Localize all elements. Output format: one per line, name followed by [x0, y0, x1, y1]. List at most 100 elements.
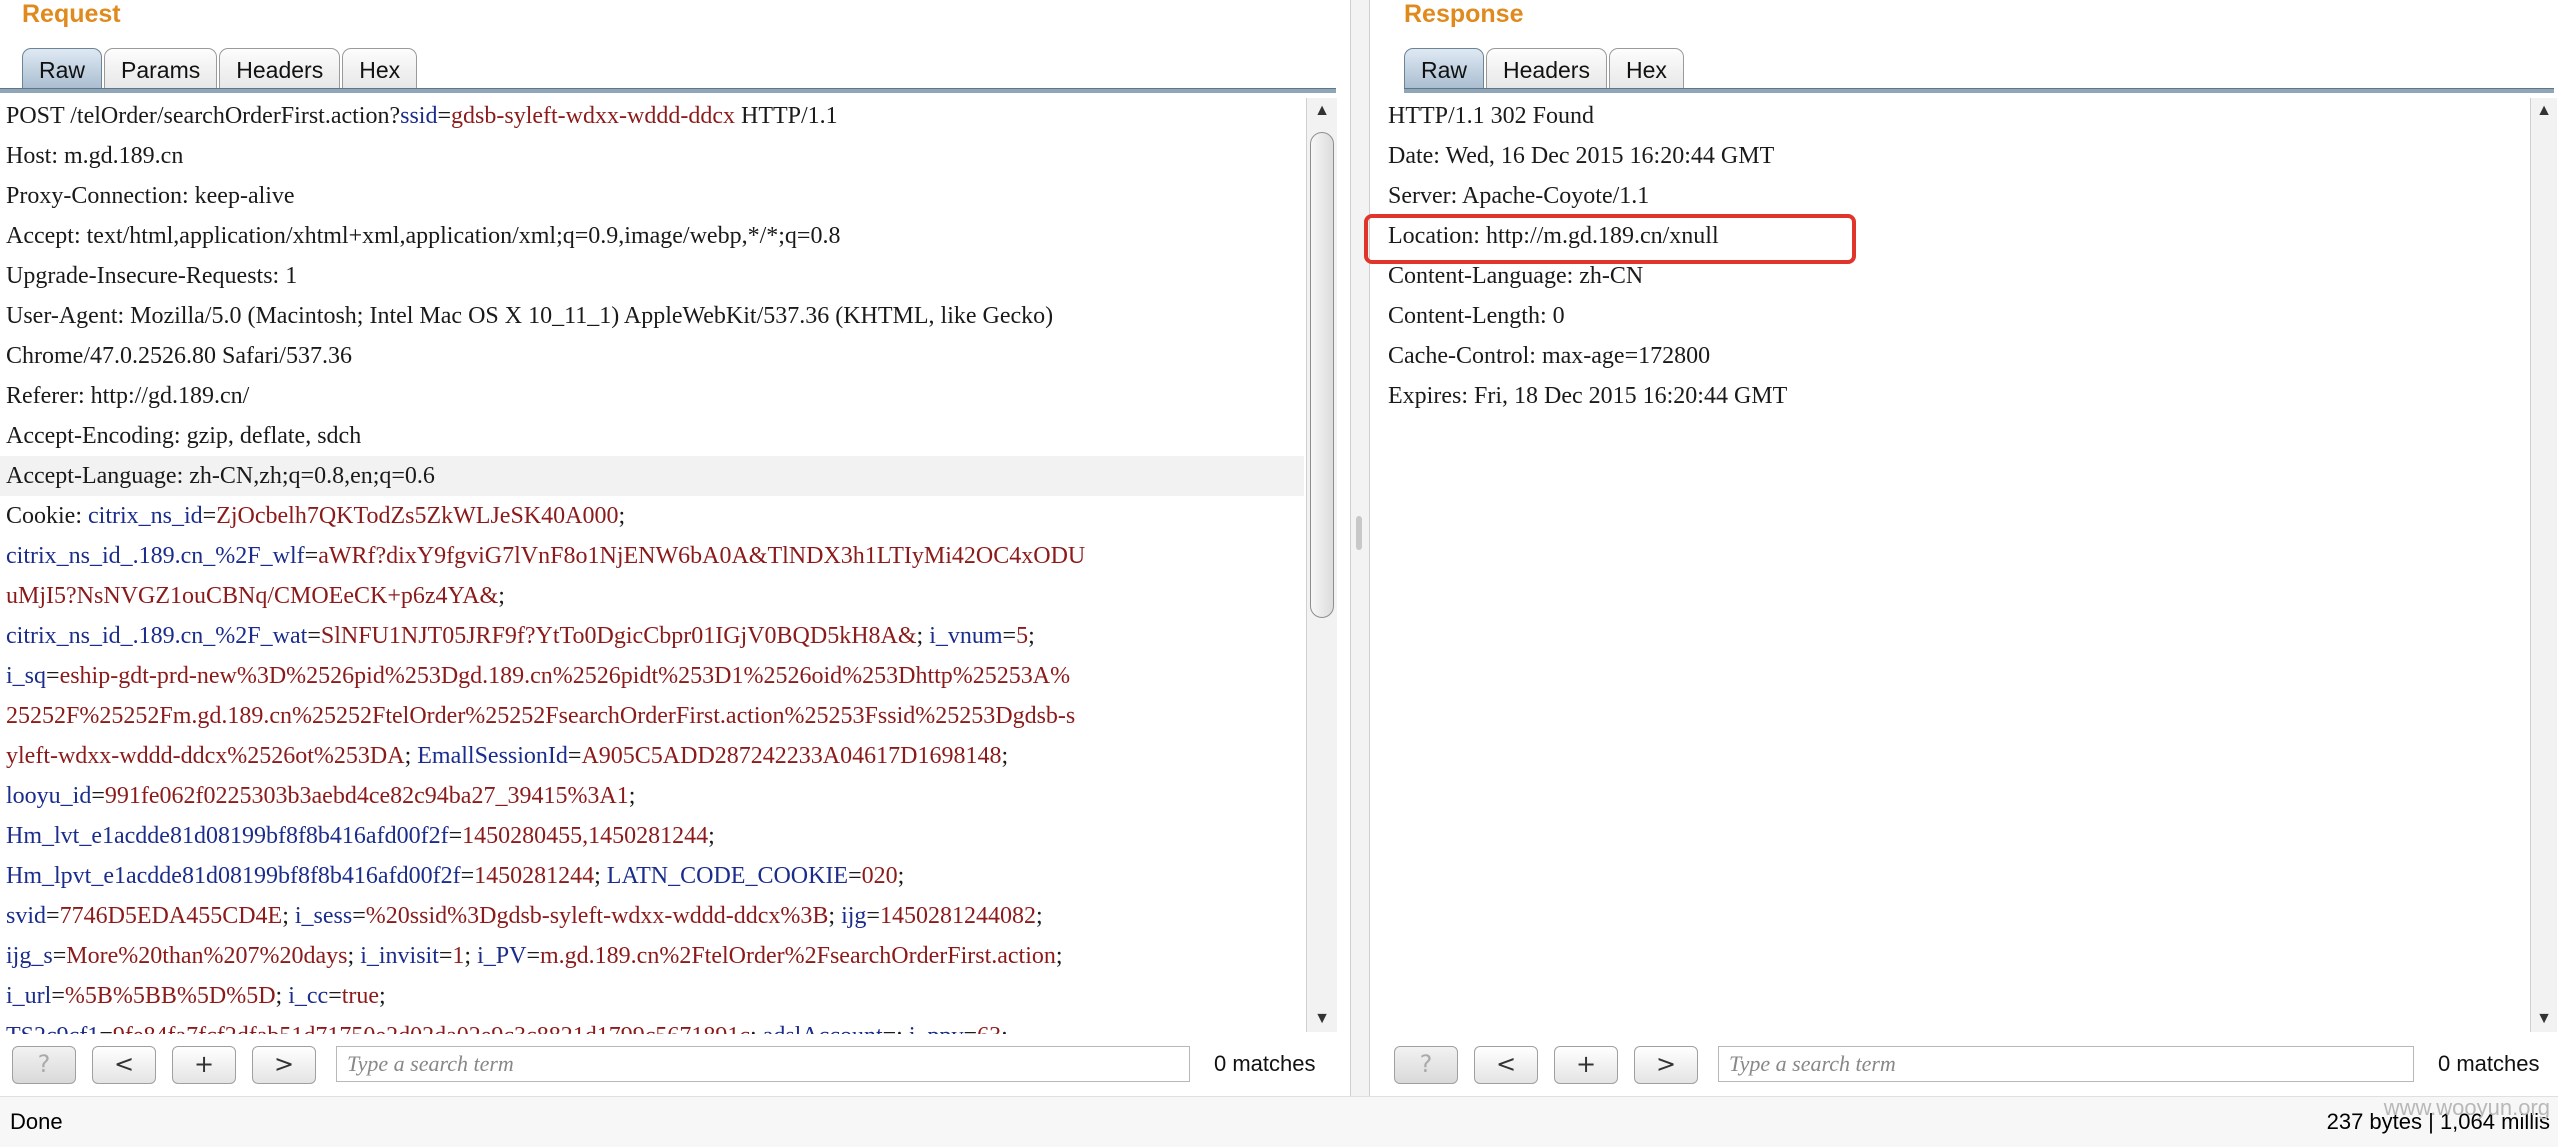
status-bar: Done 237 bytes | 1,064 millis www.wooyun… [0, 1095, 2558, 1147]
help-button[interactable]: ? [1394, 1046, 1458, 1084]
tab-raw[interactable]: Raw [22, 48, 103, 90]
line-text: = [460, 863, 475, 889]
response-line: Date: Wed, 16 Dec 2015 16:20:44 GMT [1382, 136, 2528, 176]
request-line: POST /telOrder/searchOrderFirst.action?s… [0, 96, 1304, 136]
line-text: = [448, 823, 463, 849]
line-text: ; [916, 623, 930, 649]
param-name: Hm_lvt_e1acdde81d08199bf8f8b416afd00f2f [6, 823, 449, 849]
line-text: ; [1001, 1023, 1008, 1034]
next-button[interactable]: > [252, 1046, 316, 1084]
previous-button[interactable]: < [1474, 1046, 1538, 1084]
response-search-bar: ? < + > Type a search term 0 matches [1382, 1040, 2558, 1090]
tab-hex[interactable]: Hex [1608, 48, 1684, 90]
request-line: looyu_id=991fe062f0225303b3aebd4ce82c94b… [0, 776, 1304, 816]
line-text: = [1002, 623, 1017, 649]
line-text: Date: Wed, 16 Dec 2015 16:20:44 GMT [1388, 143, 1775, 169]
line-text: ; [594, 863, 607, 889]
response-pane: Response Raw Headers Hex HTTP/1.1 302 Fo… [1382, 0, 2558, 1090]
add-button[interactable]: + [172, 1046, 236, 1084]
line-text: ; [379, 983, 386, 1009]
request-line: i_sq=eship-gdt-prd-new%3D%2526pid%253Dgd… [0, 656, 1304, 696]
line-text: ; [464, 943, 478, 969]
response-line: Cache-Control: max-age=172800 [1382, 336, 2528, 376]
param-value: 991fe062f0225303b3aebd4ce82c94ba27_39415… [104, 783, 629, 809]
previous-button[interactable]: < [92, 1046, 156, 1084]
request-line: Hm_lpvt_e1acdde81d08199bf8f8b416afd00f2f… [0, 856, 1304, 896]
status-text: Done [10, 1109, 63, 1134]
line-text: ; [1055, 943, 1063, 969]
line-text: = [202, 503, 217, 529]
request-scrollbar[interactable]: ▲ ▼ [1306, 98, 1337, 1032]
line-text: ; [708, 823, 715, 849]
help-button[interactable]: ? [12, 1046, 76, 1084]
request-line: User-Agent: Mozilla/5.0 (Macintosh; Inte… [0, 296, 1304, 336]
request-line: uMjI5?NsNVGZ1ouCBNq/CMOEeCK+p6z4YA&; [0, 576, 1304, 616]
line-text: Content-Language: zh-CN [1388, 263, 1644, 289]
tab-hex[interactable]: Hex [342, 48, 418, 90]
line-text: =; [883, 1023, 909, 1034]
param-name: i_url [6, 983, 52, 1009]
line-text: ; [618, 503, 626, 529]
param-value: 7746D5EDA455CD4E [59, 903, 283, 929]
line-text: = [866, 903, 880, 929]
param-value: eship-gdt-prd-new%3D%2526pid%253Dgd.189.… [59, 663, 1071, 689]
response-match-count: 0 matches [2438, 1051, 2540, 1076]
scroll-up-icon[interactable]: ▲ [1307, 100, 1337, 122]
watermark: www.wooyun.org [2383, 1095, 2550, 1120]
tab-headers[interactable]: Headers [219, 48, 341, 90]
line-text: = [567, 743, 582, 769]
response-tabs: Raw Headers Hex [1404, 44, 1686, 90]
line-text: = [352, 903, 366, 929]
request-line: i_url=%5B%5BB%5D%5D; i_cc=true; [0, 976, 1304, 1016]
line-text: Cookie: [6, 503, 88, 529]
line-text: ; [275, 983, 289, 1009]
scroll-up-icon[interactable]: ▲ [2531, 100, 2557, 122]
line-text: ; [282, 903, 295, 929]
divider-grip-icon[interactable] [1356, 516, 1362, 550]
request-editor[interactable]: POST /telOrder/searchOrderFirst.action?s… [0, 96, 1304, 1034]
split-divider[interactable] [1350, 0, 1370, 1096]
line-text: Proxy-Connection: keep-alive [6, 183, 295, 209]
line-text: Accept-Language: zh-CN,zh;q=0.8,en;q=0.6 [6, 463, 435, 489]
param-name: looyu_id [6, 783, 92, 809]
line-text: ; [1028, 623, 1035, 649]
line-text: = [304, 543, 319, 569]
line-text: Server: Apache-Coyote/1.1 [1388, 183, 1650, 209]
param-name: i_PV [477, 943, 527, 969]
scroll-down-icon[interactable]: ▼ [1307, 1008, 1337, 1030]
request-line: Upgrade-Insecure-Requests: 1 [0, 256, 1304, 296]
line-text: HTTP/1.1 302 Found [1388, 103, 1595, 129]
location-highlight-box [1364, 214, 1856, 264]
request-line: citrix_ns_id_.189.cn_%2F_wat=SlNFU1NJT05… [0, 616, 1304, 656]
request-line: Chrome/47.0.2526.80 Safari/537.36 [0, 336, 1304, 376]
response-search-input[interactable]: Type a search term [1718, 1046, 2414, 1082]
scroll-thumb[interactable] [1310, 132, 1334, 618]
response-line: Server: Apache-Coyote/1.1 [1382, 176, 2528, 216]
tab-headers[interactable]: Headers [1486, 48, 1607, 90]
request-search-input[interactable]: Type a search term [336, 1046, 1190, 1082]
tab-params[interactable]: Params [104, 48, 218, 90]
scroll-down-icon[interactable]: ▼ [2531, 1008, 2557, 1030]
param-name: i_cc [288, 983, 329, 1009]
param-name: i_vnum [929, 623, 1003, 649]
request-pane: Request Raw Params Headers Hex POST /tel… [0, 0, 1340, 1090]
tab-raw[interactable]: Raw [1404, 48, 1485, 90]
line-text: HTTP/1.1 [734, 103, 838, 129]
line-text: ; [750, 1023, 763, 1034]
tab-underline [1404, 88, 2554, 93]
response-scrollbar[interactable]: ▲ ▼ [2530, 98, 2557, 1032]
line-text: = [99, 1023, 113, 1034]
line-text: = [848, 863, 862, 889]
param-value: %20ssid%3Dgdsb-syleft-wdxx-wddd-ddcx%3B [365, 903, 829, 929]
param-name: i_sq [6, 663, 47, 689]
line-text: Content-Length: 0 [1388, 303, 1565, 329]
line-text: User-Agent: Mozilla/5.0 (Macintosh; Inte… [6, 303, 1054, 329]
line-text: ; [628, 783, 636, 809]
line-text: POST /telOrder/searchOrderFirst.action? [6, 103, 401, 129]
param-value: More%20than%207%20days [66, 943, 348, 969]
next-button[interactable]: > [1634, 1046, 1698, 1084]
param-value: 1450281244082 [879, 903, 1036, 929]
param-value: A905C5ADD287242233A04617D1698148 [581, 743, 1002, 769]
add-button[interactable]: + [1554, 1046, 1618, 1084]
param-value: gdsb-syleft-wdxx-wddd-ddcx [451, 103, 735, 129]
